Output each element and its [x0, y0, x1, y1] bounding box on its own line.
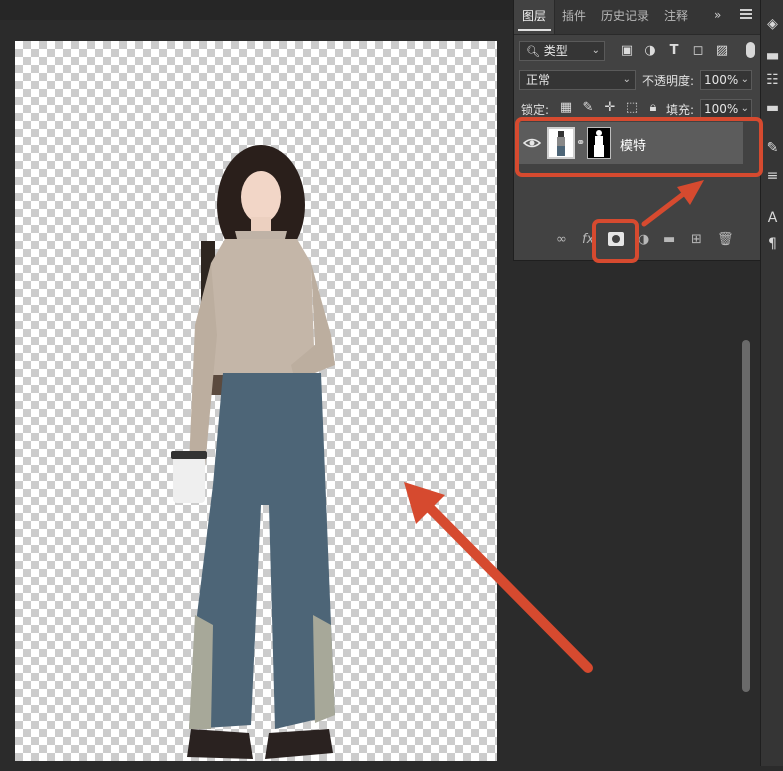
arrow-to-canvas [404, 482, 593, 673]
annotation-arrows [404, 180, 704, 673]
arrow-to-layer [641, 180, 704, 227]
